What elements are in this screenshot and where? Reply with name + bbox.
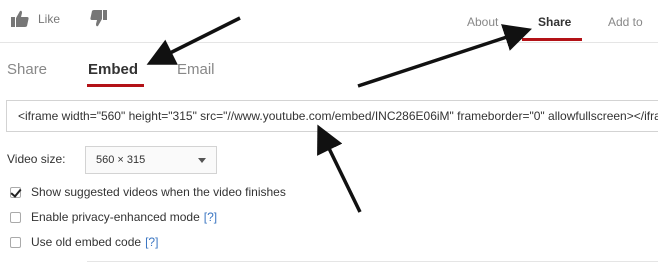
thumbs-down-icon [90, 10, 107, 27]
video-size-label: Video size: [7, 152, 66, 166]
like-button[interactable]: Like [10, 8, 60, 30]
tab-email[interactable]: Email [177, 61, 215, 78]
action-bar: Like About Share Add to [0, 0, 658, 43]
tab-add-to[interactable]: Add to [608, 15, 643, 29]
old-embed-checkbox[interactable] [10, 236, 21, 248]
option-suggested-videos: Show suggested videos when the video fin… [10, 184, 286, 200]
privacy-mode-text: Enable privacy-enhanced mode [31, 210, 200, 224]
share-panel: Like About Share Add to Share Embed Emai… [0, 0, 658, 264]
privacy-mode-checkbox[interactable] [10, 211, 21, 223]
option-old-embed: Use old embed code [?] [10, 234, 158, 250]
chevron-down-icon [198, 158, 206, 163]
video-size-value: 560 × 315 [96, 154, 146, 166]
like-label: Like [38, 12, 61, 26]
share-tabs: Share Embed Email [0, 52, 658, 88]
embed-tab-indicator [87, 84, 144, 87]
tab-about[interactable]: About [467, 15, 498, 29]
option-privacy-mode: Enable privacy-enhanced mode [?] [10, 209, 217, 225]
embed-code-field[interactable]: <iframe width="560" height="315" src="//… [6, 100, 658, 132]
privacy-help-link[interactable]: [?] [204, 210, 217, 224]
active-tab-indicator [522, 38, 582, 41]
suggested-videos-checkbox[interactable] [10, 186, 21, 198]
privacy-mode-label: Enable privacy-enhanced mode [?] [31, 210, 217, 224]
old-embed-help-link[interactable]: [?] [145, 235, 158, 249]
arrow-to-embed-code [317, 124, 362, 213]
suggested-videos-label: Show suggested videos when the video fin… [31, 185, 286, 199]
tab-embed[interactable]: Embed [88, 61, 138, 78]
dislike-button[interactable] [90, 9, 108, 32]
old-embed-text: Use old embed code [31, 235, 142, 249]
thumbs-up-icon [11, 10, 29, 27]
divider [87, 261, 658, 262]
tab-share[interactable]: Share [538, 15, 571, 29]
old-embed-label: Use old embed code [?] [31, 235, 158, 249]
tab-share-link[interactable]: Share [7, 61, 47, 78]
video-size-select[interactable]: 560 × 315 [85, 146, 217, 174]
